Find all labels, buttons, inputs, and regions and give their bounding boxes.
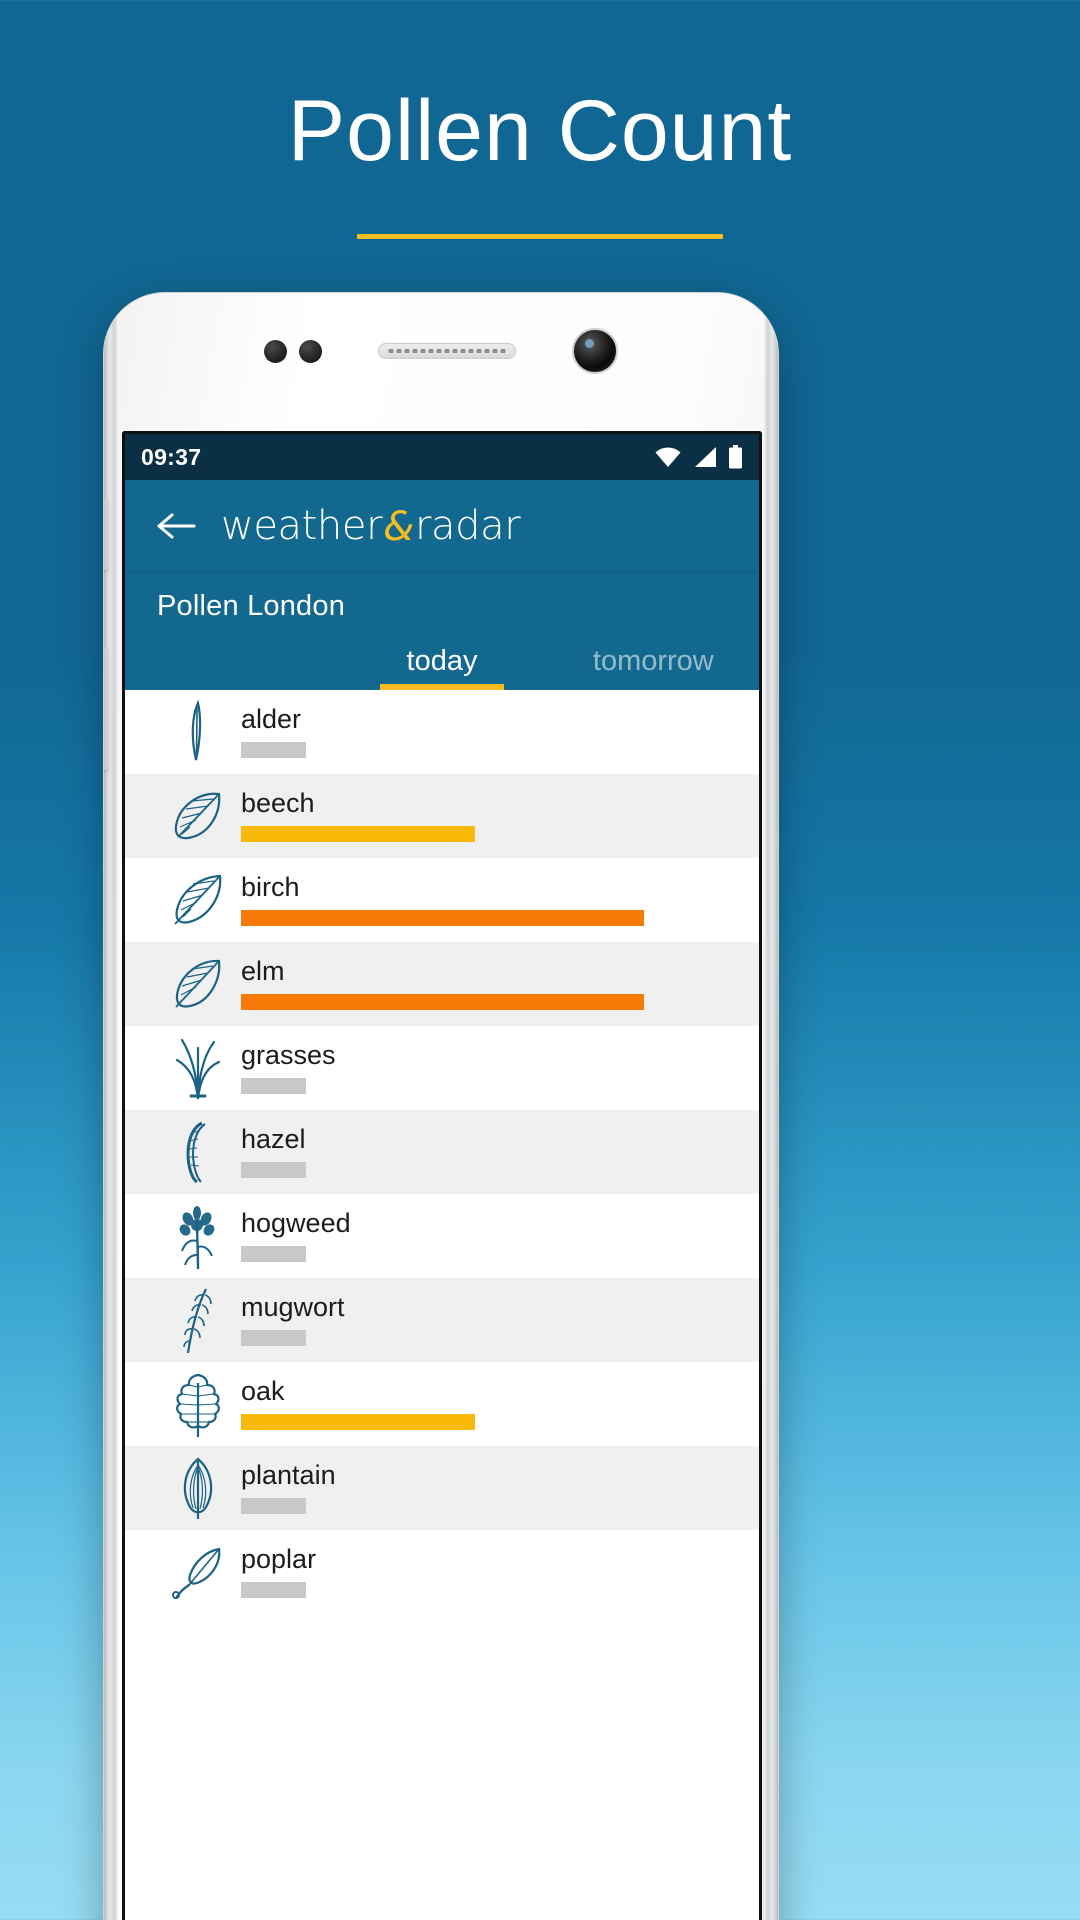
pollen-name-label: oak <box>241 1376 285 1406</box>
pollen-row-body: birch <box>241 874 759 926</box>
tab-tomorrow[interactable]: tomorrow <box>548 645 759 690</box>
pollen-row-hazel[interactable]: hazel <box>125 1110 759 1194</box>
pollen-level-bar <box>241 826 476 842</box>
pollen-level-bar <box>241 1246 306 1262</box>
pollen-name-label: alder <box>241 704 302 734</box>
battery-icon <box>729 445 742 469</box>
location-bar: Pollen London today tomorrow <box>125 572 759 690</box>
birch-leaf-icon <box>155 871 241 929</box>
pollen-row-plantain[interactable]: plantain <box>125 1446 759 1530</box>
app-bar: weather & radar <box>125 480 759 572</box>
pollen-level-bar <box>241 1078 306 1094</box>
phone-screen: 09:37 weather & radar Pollen London toda… <box>122 431 762 1920</box>
pollen-row-alder[interactable]: alder <box>125 690 759 774</box>
pollen-level-bar <box>241 1330 306 1346</box>
tab-bar: today tomorrow <box>125 645 759 690</box>
page-title: Pollen Count <box>287 83 793 179</box>
pollen-name-label: mugwort <box>241 1292 345 1322</box>
pollen-row-body: poplar <box>241 1546 759 1598</box>
grass-tuft-icon <box>155 1036 241 1100</box>
pollen-row-elm[interactable]: elm <box>125 942 759 1026</box>
pollen-name-label: elm <box>241 956 285 986</box>
oak-leaf-icon <box>155 1369 241 1439</box>
pollen-level-bar <box>241 910 645 926</box>
plantain-leaf-icon <box>155 1455 241 1521</box>
pollen-name-label: hazel <box>241 1124 306 1154</box>
pollen-row-body: oak <box>241 1378 759 1430</box>
pollen-row-grasses[interactable]: grasses <box>125 1026 759 1110</box>
pollen-name-label: poplar <box>241 1544 317 1574</box>
pollen-level-bar <box>241 1414 476 1430</box>
tab-spacer <box>125 645 336 690</box>
pollen-row-body: mugwort <box>241 1294 759 1346</box>
pollen-level-bar <box>241 742 306 758</box>
pollen-row-body: plantain <box>241 1462 759 1514</box>
pollen-row-mugwort[interactable]: mugwort <box>125 1278 759 1362</box>
elm-leaf-icon <box>155 955 241 1013</box>
status-icon-group <box>654 445 743 469</box>
tab-today[interactable]: today <box>336 645 547 690</box>
pollen-name-label: beech <box>241 788 315 818</box>
pollen-name-label: hogweed <box>241 1208 351 1238</box>
pollen-row-body: alder <box>241 706 759 758</box>
phone-mockup: 09:37 weather & radar Pollen London toda… <box>103 292 779 1920</box>
app-logo-text-radar: radar <box>414 502 521 549</box>
pollen-level-bar <box>241 1498 306 1514</box>
hazel-catkin-icon <box>155 1119 241 1185</box>
catkin-icon <box>155 700 241 764</box>
phone-side-button-bottom[interactable] <box>104 648 108 770</box>
status-bar: 09:37 <box>125 434 759 480</box>
earpiece-speaker <box>378 343 516 359</box>
pollen-row-body: hogweed <box>241 1210 759 1262</box>
pollen-name-label: plantain <box>241 1460 336 1490</box>
pollen-row-oak[interactable]: oak <box>125 1362 759 1446</box>
wifi-icon <box>655 447 681 467</box>
pollen-row-body: elm <box>241 958 759 1010</box>
mugwort-icon <box>155 1283 241 1357</box>
app-logo: weather & radar <box>221 502 521 550</box>
light-sensor-icon <box>299 339 322 363</box>
pollen-row-poplar[interactable]: poplar <box>125 1530 759 1614</box>
pollen-level-bar <box>241 994 645 1010</box>
app-logo-ampersand-globe-icon: & <box>383 503 414 550</box>
pollen-name-label: birch <box>241 872 300 902</box>
pollen-row-body: grasses <box>241 1042 759 1094</box>
proximity-sensor-icon <box>264 339 287 363</box>
phone-power-button[interactable] <box>774 763 778 859</box>
pollen-level-bar <box>241 1582 306 1598</box>
status-time: 09:37 <box>141 443 202 470</box>
front-camera-icon <box>572 328 618 374</box>
beech-leaf-icon <box>155 787 241 845</box>
poplar-icon <box>155 1545 241 1599</box>
pollen-row-birch[interactable]: birch <box>125 858 759 942</box>
pollen-row-body: hazel <box>241 1126 759 1178</box>
back-button[interactable] <box>155 505 197 547</box>
back-arrow-icon <box>157 513 196 538</box>
hero-banner: Pollen Count <box>0 0 1080 240</box>
signal-icon <box>695 447 716 467</box>
title-underline-rule <box>357 234 723 240</box>
location-title: Pollen London <box>157 590 346 622</box>
phone-sensor-strip <box>104 328 778 374</box>
pollen-row-hogweed[interactable]: hogweed <box>125 1194 759 1278</box>
pollen-row-body: beech <box>241 790 759 842</box>
app-logo-text-weather: weather <box>221 502 383 549</box>
pollen-name-label: grasses <box>241 1040 336 1070</box>
hogweed-icon <box>155 1201 241 1271</box>
pollen-list: alder beech birch elm grasses hazel hogweed mug… <box>125 690 759 1614</box>
phone-side-button-top[interactable] <box>104 498 108 570</box>
pollen-level-bar <box>241 1162 306 1178</box>
pollen-row-beech[interactable]: beech <box>125 774 759 858</box>
speaker-grille <box>386 349 508 353</box>
